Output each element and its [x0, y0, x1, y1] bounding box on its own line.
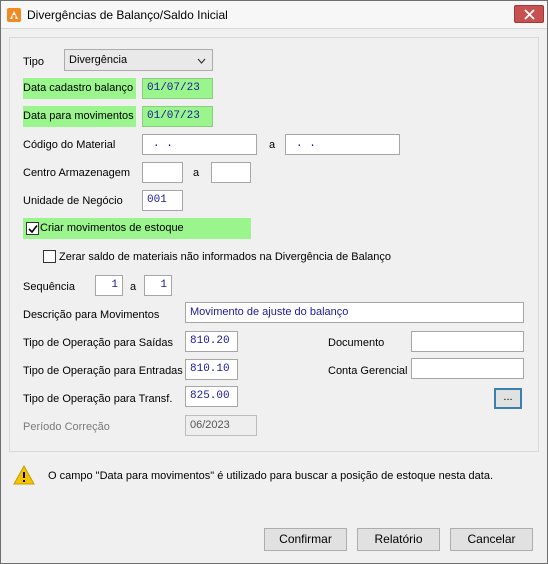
criar-movimentos-label: Criar movimentos de estoque	[40, 222, 184, 234]
descricao-field[interactable]: Movimento de ajuste do balanço	[185, 302, 524, 323]
cancelar-button[interactable]: Cancelar	[450, 528, 533, 551]
unidade-negocio-field[interactable]: 001	[142, 190, 183, 211]
centro-armazenagem-label: Centro Armazenagem	[23, 167, 130, 179]
op-entradas-field[interactable]: 810.10	[185, 359, 238, 380]
relatorio-button[interactable]: Relatório	[357, 528, 440, 551]
documento-field[interactable]	[411, 331, 524, 352]
conta-gerencial-field[interactable]	[411, 358, 524, 379]
info-message: O campo "Data para movimentos" é utiliza…	[48, 470, 494, 482]
periodo-correcao-field: 06/2023	[185, 415, 257, 436]
sequencia-a-label: a	[130, 281, 137, 293]
close-icon	[524, 9, 535, 20]
app-icon	[7, 8, 21, 22]
zerar-saldo-label: Zerar saldo de materiais não informados …	[59, 251, 392, 263]
op-transf-label: Tipo de Operação para Transf.	[23, 393, 173, 405]
periodo-correcao-label: Período Correção	[23, 421, 110, 433]
descricao-label: Descrição para Movimentos	[23, 309, 160, 321]
conta-gerencial-label: Conta Gerencial	[328, 365, 408, 377]
sequencia-from-field[interactable]: 1	[95, 275, 123, 296]
data-cadastro-field[interactable]: 01/07/23	[142, 78, 213, 99]
warning-icon	[13, 464, 35, 488]
centro-from-field[interactable]	[142, 162, 183, 183]
title-bar[interactable]: Divergências de Balanço/Saldo Inicial	[1, 1, 547, 29]
unidade-negocio-label: Unidade de Negócio	[23, 195, 123, 207]
form-panel	[9, 37, 539, 452]
data-movimentos-label: Data para movimentos	[23, 106, 136, 127]
op-saidas-field[interactable]: 810.20	[185, 331, 238, 352]
dialog-window: Divergências de Balanço/Saldo Inicial Ti…	[0, 0, 548, 564]
codigo-material-to-field[interactable]: . .	[285, 134, 400, 155]
sequencia-label: Sequência	[23, 281, 75, 293]
close-button[interactable]	[514, 5, 544, 23]
check-icon	[28, 225, 38, 234]
documento-label: Documento	[328, 337, 385, 349]
centro-a-label: a	[193, 167, 200, 179]
sequencia-to-field[interactable]: 1	[144, 275, 172, 296]
ellipsis-label: ...	[503, 391, 513, 403]
tipo-label: Tipo	[23, 56, 44, 68]
window-title: Divergências de Balanço/Saldo Inicial	[27, 8, 228, 22]
ellipsis-button[interactable]: ...	[494, 388, 522, 409]
op-entradas-label: Tipo de Operação para Entradas	[23, 365, 183, 377]
chevron-down-icon	[197, 58, 206, 64]
confirmar-button[interactable]: Confirmar	[264, 528, 347, 551]
centro-to-field[interactable]	[211, 162, 251, 183]
tipo-value: Divergência	[69, 54, 128, 66]
codigo-material-label: Código do Material	[23, 139, 116, 151]
op-transf-field[interactable]: 825.00	[185, 386, 238, 407]
op-saidas-label: Tipo de Operação para Saídas	[23, 337, 174, 349]
zerar-saldo-checkbox[interactable]	[43, 250, 56, 263]
codigo-material-a-label: a	[269, 139, 276, 151]
data-movimentos-field[interactable]: 01/07/23	[142, 106, 213, 127]
criar-movimentos-checkbox[interactable]	[26, 222, 39, 235]
codigo-material-from-field[interactable]: . .	[142, 134, 257, 155]
criar-movimentos-row[interactable]: Criar movimentos de estoque	[23, 218, 251, 239]
tipo-select[interactable]: Divergência	[64, 49, 213, 71]
data-cadastro-label: Data cadastro balanço	[23, 78, 136, 99]
